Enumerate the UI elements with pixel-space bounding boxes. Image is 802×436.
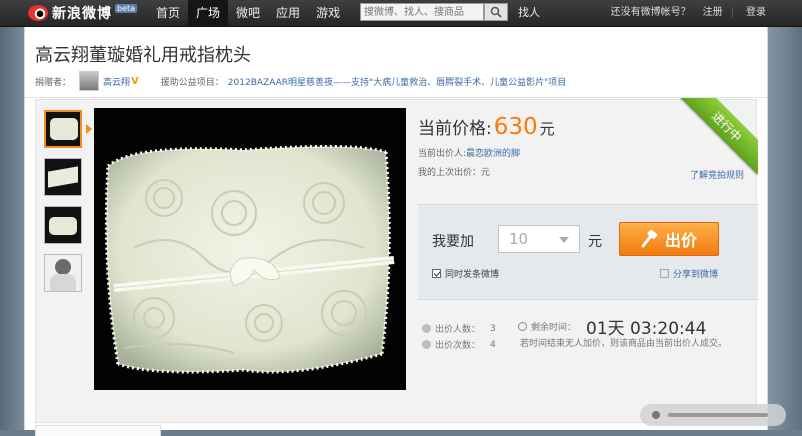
- search-box: [360, 3, 512, 23]
- nav-square[interactable]: 广场: [188, 0, 229, 26]
- thumbnail-2[interactable]: [44, 158, 82, 196]
- place-bid-button[interactable]: 出价: [619, 222, 719, 256]
- search-icon: [490, 6, 502, 18]
- auction-rules-link[interactable]: 了解竞拍规则: [690, 168, 744, 181]
- hammer-icon: [641, 230, 658, 248]
- sync-weibo-checkbox[interactable]: [432, 269, 441, 278]
- weibo-eye-icon: [28, 5, 48, 21]
- thumbnail-1[interactable]: [44, 110, 82, 148]
- separator: |: [730, 7, 734, 18]
- donor-avatar[interactable]: [79, 71, 100, 91]
- thumbnail-3[interactable]: [44, 206, 82, 244]
- search-button[interactable]: [484, 3, 508, 21]
- right-background: [766, 27, 802, 430]
- bidder-name-link[interactable]: 晨恋欧洲的脚: [466, 149, 520, 159]
- nav-apps[interactable]: 应用: [268, 0, 308, 26]
- current-price: 630: [493, 114, 538, 140]
- project-link[interactable]: 2012BAZAAR明星慈善夜——支持"大病儿童救治、唇腭裂手术、儿童公益影片"…: [228, 75, 567, 88]
- share-label: 分享到微博: [672, 270, 718, 280]
- price-unit: 元: [539, 120, 555, 138]
- beta-badge: beta: [115, 3, 138, 13]
- product-panel: 进行中 当前价格: 630 元 当前出价人:晨恋欧洲的脚 我的上次出价：元 了解…: [35, 98, 758, 423]
- share-icon: [659, 269, 669, 278]
- sina-weibo-logo[interactable]: 新浪微博 beta: [28, 3, 138, 23]
- bid-label: 我要加: [432, 234, 474, 250]
- selected-arrow-icon: [86, 124, 92, 134]
- sync-weibo-option[interactable]: 同时发条微博: [432, 267, 499, 280]
- nav-games[interactable]: 游戏: [308, 0, 348, 26]
- left-background: [0, 27, 24, 430]
- bid-increment-select[interactable]: 10: [498, 225, 580, 253]
- thumbnail-strip: [44, 110, 86, 302]
- nav-home[interactable]: 首页: [148, 0, 188, 26]
- person-icon: [422, 324, 431, 333]
- auction-page: 高云翔董璇婚礼用戒指枕头 捐赠者： 高云翔 V 援助公益项目： 2012BAZA…: [24, 27, 768, 436]
- share-to-weibo-link[interactable]: 分享到微博: [659, 267, 718, 280]
- top-navigation-bar: 新浪微博 beta 首页 广场 微吧 应用 游戏 找人 还没有微博帐号？ 注册 …: [0, 0, 802, 27]
- register-link[interactable]: 注册: [703, 0, 723, 26]
- logo-text: 新浪微博: [52, 6, 112, 22]
- verified-badge-icon: V: [131, 75, 139, 87]
- project-label: 援助公益项目：: [160, 77, 224, 88]
- bid-box: 我要加 10 元 出价 同时发条微博 分享到微博: [418, 204, 758, 300]
- main-nav: 首页 广场 微吧 应用 游戏: [148, 0, 348, 26]
- bids-count: 出价次数： 4: [422, 338, 496, 351]
- no-account-text: 还没有微博帐号？: [610, 7, 691, 18]
- item-meta: 捐赠者： 高云翔 V 援助公益项目： 2012BAZAAR明星慈善夜——支持"大…: [35, 71, 566, 91]
- bidder-label: 当前出价人:: [418, 149, 467, 159]
- pillow-image: [104, 144, 395, 374]
- page-title: 高云翔董璇婚礼用戒指枕头: [35, 45, 251, 66]
- account-links: 还没有微博帐号？ 注册 | 登录: [599, 0, 766, 26]
- current-bidder-line: 当前出价人:晨恋欧洲的脚: [418, 146, 748, 159]
- main-product-image[interactable]: [94, 108, 406, 390]
- next-section: [35, 425, 161, 436]
- watermark: [640, 404, 786, 426]
- place-bid-label: 出价: [664, 231, 697, 250]
- person-icon: [422, 340, 431, 349]
- my-last-value: 元: [481, 168, 491, 178]
- bid-increment-value: 10: [509, 230, 529, 248]
- price-label: 当前价格:: [418, 119, 492, 139]
- sync-weibo-label: 同时发条微博: [445, 270, 500, 280]
- donor-label: 捐赠者：: [35, 77, 72, 88]
- donor-name-link[interactable]: 高云翔: [103, 75, 130, 88]
- chevron-down-icon: [559, 237, 569, 243]
- auction-note: 若时间结束无人加价，则该商品由当前出价人成交。: [520, 339, 728, 349]
- find-people-link[interactable]: 找人: [518, 0, 540, 26]
- login-link[interactable]: 登录: [746, 0, 766, 26]
- my-last-label: 我的上次出价：: [418, 168, 482, 178]
- clock-icon: [518, 322, 527, 331]
- search-input[interactable]: [360, 3, 484, 21]
- bidders-count: 出价人数： 3: [422, 322, 496, 335]
- nav-weiba[interactable]: 微吧: [228, 0, 268, 26]
- divider: [25, 97, 767, 98]
- bid-unit: 元: [588, 234, 602, 250]
- thumbnail-4[interactable]: [44, 254, 82, 292]
